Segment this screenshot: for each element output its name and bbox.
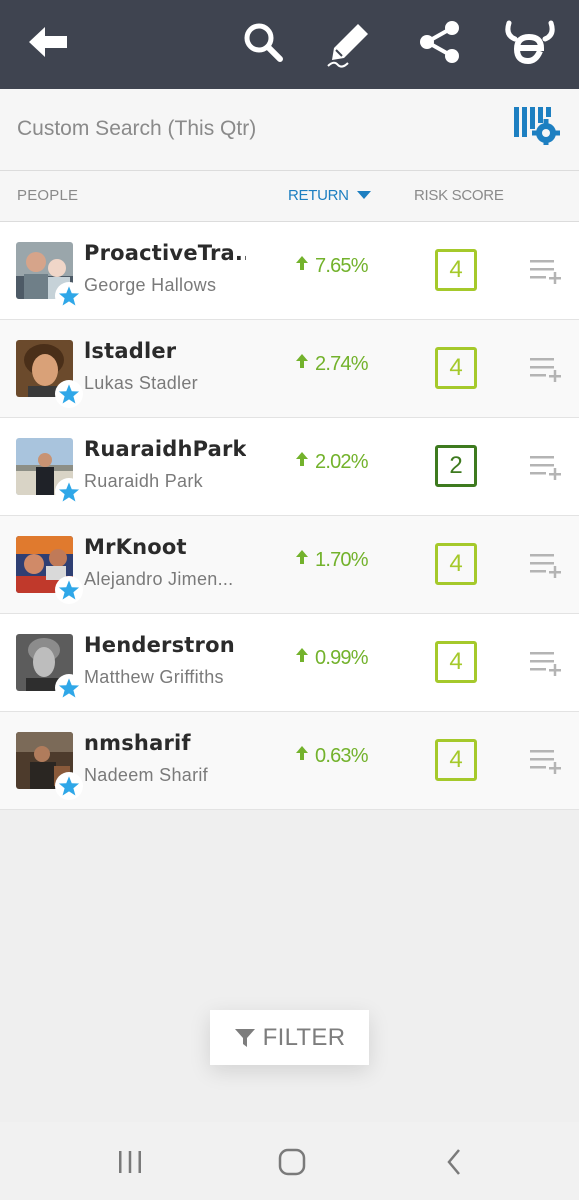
risk-score-badge: 4: [435, 347, 477, 389]
etoro-logo-button[interactable]: [500, 14, 560, 70]
full-name: Alejandro Jimen...: [84, 569, 234, 589]
column-headers: PEOPLE RETURN RISK SCORE: [0, 171, 579, 222]
arrow-up-icon: [296, 549, 308, 564]
search-button[interactable]: [233, 14, 293, 70]
risk-score-badge: 2: [435, 445, 477, 487]
risk-score-badge: 4: [435, 543, 477, 585]
arrow-up-icon: [296, 451, 308, 466]
username: RuaraidhPark: [84, 437, 246, 461]
username: MrKnoot: [84, 535, 187, 559]
column-return[interactable]: RETURN: [288, 187, 371, 204]
edit-button[interactable]: [320, 14, 380, 70]
column-return-label: RETURN: [288, 187, 349, 204]
back-arrow-icon: [29, 27, 67, 57]
arrow-up-icon: [296, 647, 308, 662]
filter-funnel-icon: [234, 1028, 255, 1047]
column-risk-score[interactable]: RISK SCORE: [414, 187, 504, 204]
search-icon: [244, 23, 283, 62]
filter-label: FILTER: [262, 1023, 346, 1051]
return-value: 0.99%: [296, 647, 369, 670]
add-to-watchlist-button[interactable]: [528, 258, 564, 286]
list-item[interactable]: lstadler Lukas Stadler 2.74% 4: [0, 320, 579, 418]
list-item[interactable]: RuaraidhPark Ruaraidh Park 2.02% 2: [0, 418, 579, 516]
username: nmsharif: [84, 731, 191, 755]
star-badge-icon: [55, 576, 83, 604]
username: ProactiveTra...: [84, 241, 246, 265]
system-navigation-bar: [0, 1122, 579, 1200]
column-people[interactable]: PEOPLE: [17, 187, 78, 204]
star-badge-icon: [55, 674, 83, 702]
star-badge-icon: [55, 772, 83, 800]
arrow-up-icon: [296, 255, 308, 270]
risk-score-badge: 4: [435, 641, 477, 683]
add-to-watchlist-button[interactable]: [528, 356, 564, 384]
full-name: George Hallows: [84, 275, 217, 295]
star-badge-icon: [55, 478, 83, 506]
columns-settings-icon: [514, 107, 560, 145]
add-to-watchlist-button[interactable]: [528, 650, 564, 678]
return-value: 1.70%: [296, 549, 369, 572]
edit-pencil-icon: [327, 24, 368, 68]
add-to-list-icon: [530, 750, 561, 774]
username: lstadler: [84, 339, 177, 363]
home-icon: [278, 1148, 306, 1176]
add-to-watchlist-button[interactable]: [528, 454, 564, 482]
add-to-list-icon: [530, 358, 561, 382]
risk-score-badge: 4: [435, 739, 477, 781]
arrow-up-icon: [296, 745, 308, 760]
full-name: Ruaraidh Park: [84, 471, 203, 491]
return-value: 7.65%: [296, 255, 369, 278]
add-to-list-icon: [530, 652, 561, 676]
recent-apps-button[interactable]: [105, 1142, 155, 1182]
list-item[interactable]: MrKnoot Alejandro Jimen... 1.70% 4: [0, 516, 579, 614]
column-settings-button[interactable]: [512, 105, 562, 145]
filter-button[interactable]: FILTER: [210, 1010, 369, 1065]
search-header: Custom Search (This Qtr): [0, 89, 579, 171]
etoro-logo-icon: [505, 20, 555, 65]
home-button[interactable]: [267, 1142, 317, 1182]
recent-apps-icon: [119, 1151, 141, 1173]
full-name: Matthew Griffiths: [84, 667, 224, 687]
add-to-list-icon: [530, 554, 561, 578]
return-value: 0.63%: [296, 745, 369, 768]
add-to-list-icon: [530, 260, 561, 284]
add-to-watchlist-button[interactable]: [528, 552, 564, 580]
arrow-up-icon: [296, 353, 308, 368]
star-badge-icon: [55, 282, 83, 310]
full-name: Nadeem Sharif: [84, 765, 208, 785]
chevron-left-icon: [447, 1149, 460, 1175]
full-name: Lukas Stadler: [84, 373, 198, 393]
list-item[interactable]: nmsharif Nadeem Sharif 0.63% 4: [0, 712, 579, 810]
share-button[interactable]: [410, 14, 470, 70]
top-toolbar: [0, 0, 579, 89]
back-button[interactable]: [18, 14, 78, 70]
list-item[interactable]: ProactiveTra... George Hallows 7.65% 4: [0, 222, 579, 320]
return-value: 2.74%: [296, 353, 369, 376]
list-item[interactable]: Henderstron Matthew Griffiths 0.99% 4: [0, 614, 579, 712]
sort-descending-icon: [356, 190, 371, 199]
people-list: ProactiveTra... George Hallows 7.65% 4 l…: [0, 222, 579, 810]
risk-score-badge: 4: [435, 249, 477, 291]
search-title[interactable]: Custom Search (This Qtr): [17, 117, 256, 141]
username: Henderstron: [84, 633, 235, 657]
add-to-list-icon: [530, 456, 561, 480]
share-icon: [420, 21, 459, 63]
return-value: 2.02%: [296, 451, 369, 474]
star-badge-icon: [55, 380, 83, 408]
add-to-watchlist-button[interactable]: [528, 748, 564, 776]
system-back-button[interactable]: [429, 1142, 479, 1182]
